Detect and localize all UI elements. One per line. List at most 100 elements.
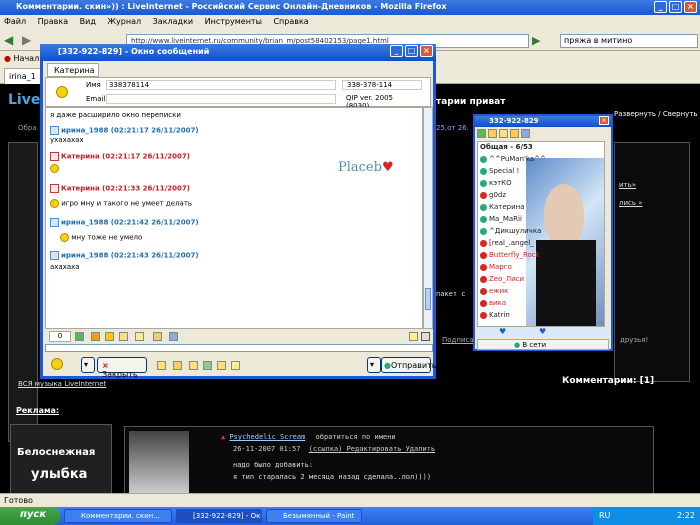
browser-tab[interactable]: irina_1 [4,68,44,84]
taskbar-qip[interactable]: [332-922-829] - Окн... [176,509,262,523]
file-icon[interactable] [119,332,128,341]
contact-item[interactable]: кэтКО [480,179,512,187]
contact-list[interactable]: Общая - 6/53 ^^PuMan'ka^^ Special ! кэтК… [477,141,605,327]
comment-action[interactable]: обратиться по имени [316,433,396,441]
menu-history[interactable]: Журнал [107,17,141,26]
smiley-picker-icon[interactable] [105,332,114,341]
tool-icon-3[interactable] [189,361,198,370]
taskbar-firefox[interactable]: Комментарии. скин... [64,509,172,523]
back-icon[interactable]: ◀ [4,33,13,47]
message-input[interactable] [45,344,433,352]
bottom-bar: ▾ × Закрыть ▾ ●Отправить [45,352,436,379]
cl-tool-icon[interactable] [521,129,530,138]
contact-item[interactable]: Zeo_Лиси [480,275,524,283]
settings-icon[interactable] [169,332,178,341]
chat-nick: ирина_1988 (02:21:42 26/11/2007) [50,218,199,227]
contact-group[interactable]: Общая - 6/53 [480,143,533,151]
status-icon [480,155,487,163]
name-field[interactable]: 338378114 [106,80,336,90]
go-icon[interactable]: ▶ [532,34,540,47]
comment-date: 26-11-2007 01:57 [233,445,301,453]
contact-item[interactable]: g0dz [480,191,506,199]
offline-icon [480,251,487,259]
side-link-4[interactable]: Подписа [442,336,474,344]
close-button[interactable]: × [684,1,697,13]
chat-log[interactable]: Placeb♥ я даже расширило окно переписки … [45,107,423,329]
cl-tool-icon[interactable] [499,129,508,138]
email-field[interactable] [106,94,336,104]
side-link-2[interactable]: лись » [619,199,643,207]
cl-tool-icon[interactable] [477,129,486,138]
contact-item[interactable]: Катерина [480,203,525,211]
comment-links[interactable]: (ссылка) Редактировать Удалить [309,445,435,453]
tool-icon-4[interactable] [203,361,212,370]
status-smile-icon[interactable] [51,358,63,370]
side-link-1[interactable]: ить» [619,181,636,189]
options-dropdown[interactable]: ▾ [81,357,95,373]
cl-close-button[interactable]: × [599,116,609,125]
contact-item[interactable]: ^^PuMan'ka^^ [480,155,546,163]
start-button[interactable]: пуск [0,507,60,525]
ad-banner[interactable]: Белоснежная улыбка [10,424,112,493]
language-indicator[interactable]: RU [599,511,610,520]
contact-item[interactable]: Special ! [480,167,519,175]
comment-flag-icon: ▲ [221,433,226,441]
contact-item[interactable]: Марго [480,263,512,271]
close-chat-button[interactable]: × Закрыть [97,357,147,379]
send-button[interactable]: ●Отправить [381,357,436,373]
history-icon[interactable] [135,332,144,341]
tool-icon-5[interactable] [217,361,226,370]
status-icon [480,203,487,211]
cl-tool-icon[interactable] [510,129,519,138]
search-input[interactable]: пряжа в митино [560,34,698,48]
contact-item[interactable]: ^Дикшуличка [480,227,541,235]
contact-item[interactable]: Katrin [480,311,510,319]
msg-minimize-button[interactable]: _ [390,45,403,57]
comment-author[interactable]: Psychedelic Scream [229,433,305,441]
status-selector[interactable]: ● В сети [477,339,609,350]
menu-file[interactable]: Файл [4,17,26,26]
taskbar-paint[interactable]: Безымянный - Paint [266,509,362,523]
menu-bookmarks[interactable]: Закладки [153,17,193,26]
chat-msg: игро мну и такого не умеет делать [50,199,192,208]
contact-item[interactable]: [real_.angel_ [480,239,534,247]
contact-list-window: 332-922-829 × Общая - 6/53 ^^PuMan'ka^^ … [473,114,613,351]
msg-maximize-button[interactable]: □ [405,45,418,57]
bold-icon[interactable] [91,332,100,341]
music-link[interactable]: ВСЯ музыка LiveInternet [18,380,106,388]
collapse-link[interactable]: Развернуть / Свернуть [614,110,698,118]
info-icon[interactable] [153,332,162,341]
color-icon[interactable] [75,332,84,341]
menu-edit[interactable]: Правка [38,17,68,26]
menu-view[interactable]: Вид [80,17,96,26]
tool-icon-1[interactable] [157,361,166,370]
scroll-thumb[interactable] [425,288,431,310]
online-icon: ● [514,341,521,349]
uin-field[interactable]: 338-378-114 [342,80,422,90]
contact-item[interactable]: Butterfly_Rock [480,251,540,259]
minimize-button[interactable]: _ [654,1,667,13]
menu-tools[interactable]: Инструменты [205,17,262,26]
cl-tool-icon[interactable] [488,129,497,138]
chat-msg: ухахахах [50,136,84,144]
send-options-dropdown[interactable]: ▾ [367,357,381,373]
expand-icon[interactable] [409,332,418,341]
tool-icon-2[interactable] [173,361,182,370]
offline-icon [480,311,487,319]
chat-msg: мну тоже не умело [60,233,142,242]
contact-tab[interactable]: Катерина [47,63,99,77]
chat-scrollbar[interactable] [423,107,433,329]
close-input-icon[interactable] [421,332,430,341]
tool-icon-6[interactable] [231,361,240,370]
forward-icon[interactable]: ▶ [22,33,31,47]
contact-item[interactable]: Ма_МаRii [480,215,522,223]
maximize-button[interactable]: □ [669,1,682,13]
msg-close-button[interactable]: × [420,45,433,57]
heart-status-icon [480,191,487,199]
contact-item[interactable]: ежик [480,287,508,295]
chat-nick: Катерина (02:21:33 26/11/2007) [50,184,190,193]
comment-avatar [129,431,189,493]
contact-item[interactable]: вика [480,299,506,307]
contact-bottom-toolbar: ♥ ♥ [477,327,609,337]
menu-help[interactable]: Справка [273,17,308,26]
